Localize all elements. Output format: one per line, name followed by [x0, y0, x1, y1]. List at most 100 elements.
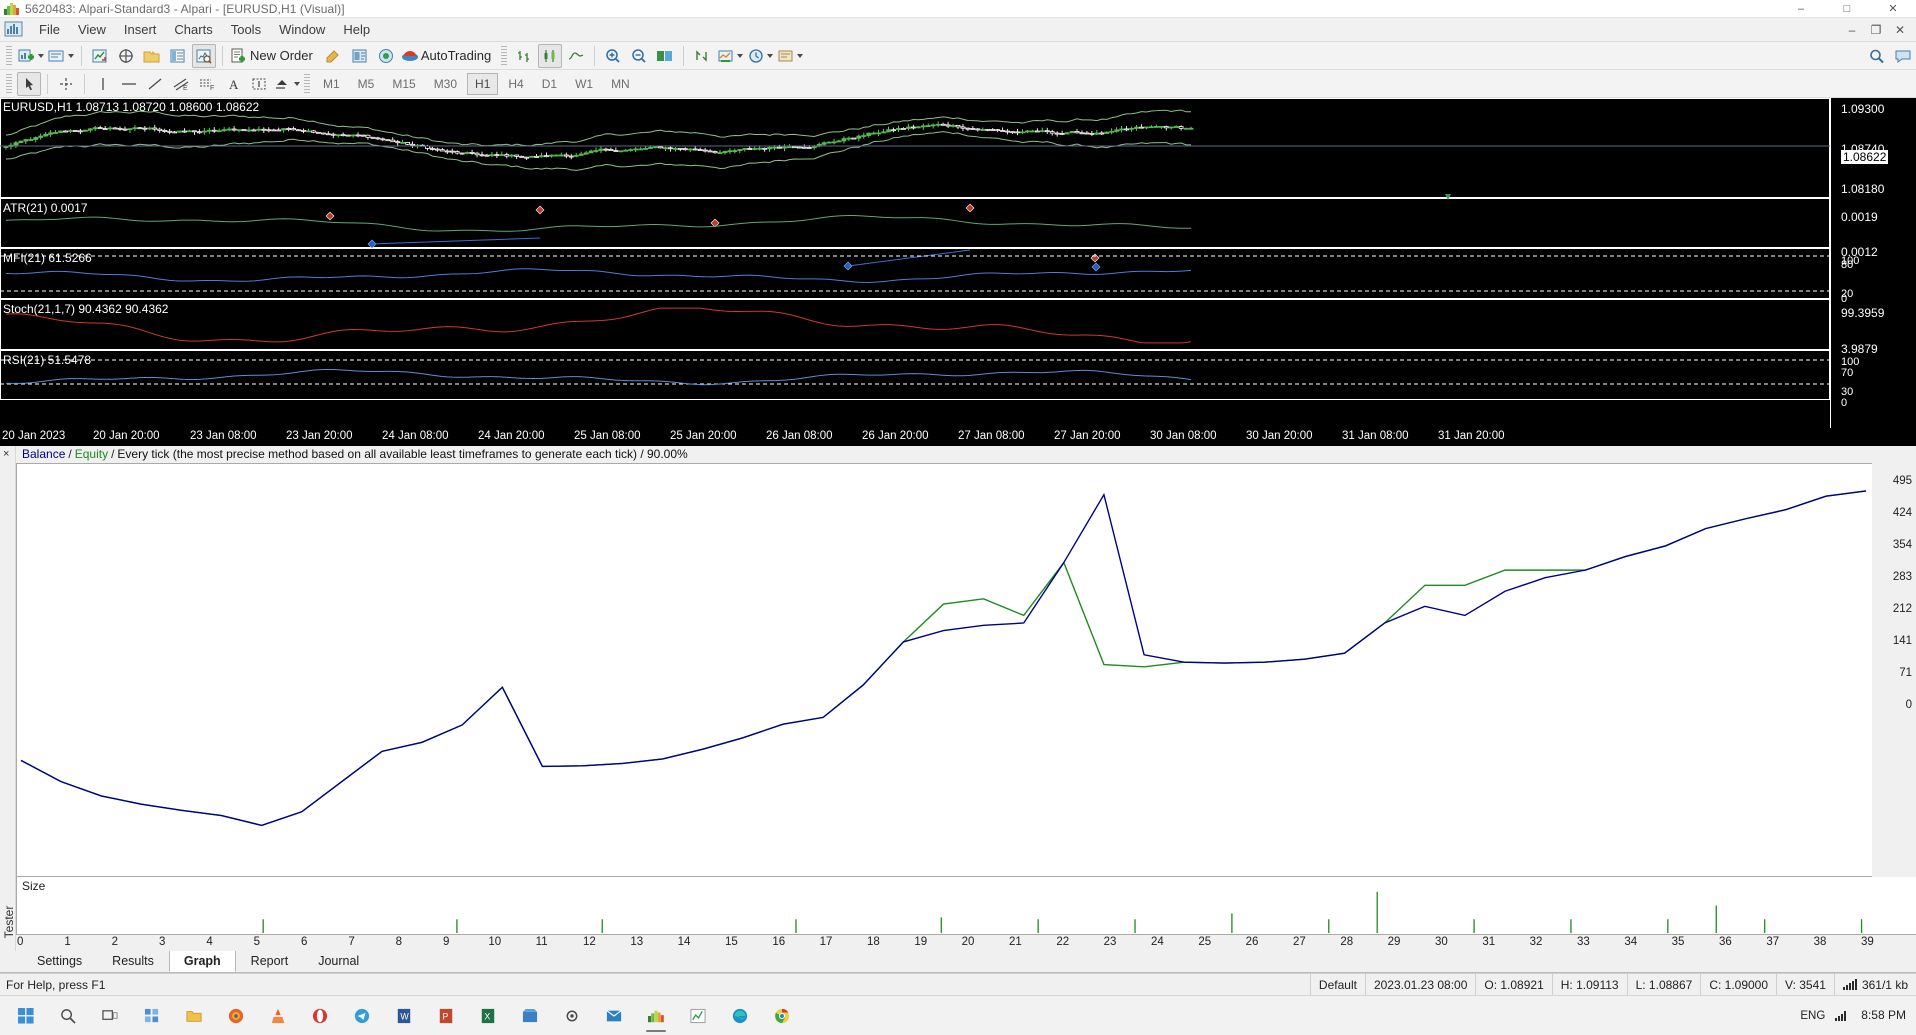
tray-lang[interactable]: ENG	[1800, 1010, 1825, 1022]
timeframe-m1[interactable]: M1	[315, 73, 348, 95]
strategy-tester-button[interactable]	[192, 43, 216, 68]
app-menu-icon[interactable]	[4, 20, 26, 40]
text-label-button[interactable]	[247, 72, 271, 96]
tray-wifi-icon[interactable]	[1835, 1010, 1847, 1021]
task-view-button[interactable]	[90, 998, 130, 1034]
fibonacci-button[interactable]: F	[195, 72, 219, 96]
maximize-button[interactable]: □	[1824, 0, 1870, 18]
menu-item-help[interactable]: Help	[334, 19, 379, 40]
chrome-button[interactable]	[762, 998, 802, 1034]
terminal-button[interactable]	[166, 44, 190, 68]
menu-item-insert[interactable]: Insert	[115, 19, 166, 40]
timeframe-mn[interactable]: MN	[603, 73, 638, 95]
indicators-button[interactable]	[716, 44, 744, 68]
settings-button[interactable]	[552, 998, 592, 1034]
tab-report[interactable]: Report	[236, 950, 304, 972]
inner-restore-button[interactable]: ❐	[1868, 23, 1884, 37]
minimize-button[interactable]: –	[1778, 0, 1824, 18]
price-axis[interactable]: 1.09300 1.08740 1.08622 1.08180 0.0019 0…	[1830, 98, 1916, 428]
timeframe-m15[interactable]: M15	[384, 73, 423, 95]
text-button[interactable]: A	[221, 72, 245, 96]
inner-minimize-button[interactable]: –	[1844, 23, 1860, 37]
menu-item-view[interactable]: View	[69, 19, 115, 40]
tab-settings[interactable]: Settings	[22, 950, 97, 972]
timeframe-h4[interactable]: H4	[500, 73, 531, 95]
menu-item-window[interactable]: Window	[270, 19, 334, 40]
help-chat-button[interactable]	[1891, 44, 1915, 68]
arrows-button[interactable]	[273, 72, 301, 96]
templates-button[interactable]	[776, 44, 804, 68]
line-chart-button[interactable]	[564, 44, 588, 68]
horizontal-line-button[interactable]	[117, 72, 141, 96]
bar-chart-button[interactable]	[512, 44, 536, 68]
widgets-button[interactable]	[132, 998, 172, 1034]
new-chart-button[interactable]	[17, 44, 45, 68]
timeframe-m30[interactable]: M30	[426, 73, 465, 95]
close-button[interactable]: ✕	[1870, 0, 1916, 18]
crosshair-button[interactable]	[54, 72, 78, 96]
toolbar-grip[interactable]	[6, 73, 12, 94]
equity-graph-area[interactable]: 495 424 354 283 212 141 71 0	[16, 462, 1916, 877]
status-connection[interactable]: 361/1 kb	[1833, 973, 1916, 996]
profiles-button[interactable]	[47, 44, 75, 68]
cursor-button[interactable]	[17, 71, 41, 96]
toolbar-grip[interactable]	[304, 73, 310, 94]
search-button[interactable]	[1865, 44, 1889, 68]
inner-close-button[interactable]: ✕	[1892, 23, 1908, 37]
auto-scroll-button[interactable]	[690, 44, 714, 68]
excel-button[interactable]: X	[468, 998, 508, 1034]
toolbar-grip[interactable]	[6, 45, 12, 66]
tester-vertical-tab[interactable]: Tester	[2, 905, 16, 939]
timeframe-w1[interactable]: W1	[567, 73, 601, 95]
timeframe-m5[interactable]: M5	[350, 73, 383, 95]
zoom-in-button[interactable]	[601, 44, 625, 68]
equidistant-channel-button[interactable]: E	[169, 72, 193, 96]
market-watch-button[interactable]	[88, 44, 112, 68]
x-tick-label: 11	[535, 936, 548, 948]
tab-journal[interactable]: Journal	[303, 950, 374, 972]
edge-button[interactable]	[720, 998, 760, 1034]
word-button[interactable]: W	[384, 998, 424, 1034]
candlestick-chart-button[interactable]	[538, 43, 563, 68]
metatrader-button[interactable]	[636, 998, 676, 1034]
tab-results[interactable]: Results	[97, 950, 169, 972]
tester-close-icon[interactable]: ×	[3, 448, 9, 460]
metaeditor-button[interactable]	[322, 44, 346, 68]
vlc-button[interactable]	[258, 998, 298, 1034]
start-button[interactable]	[6, 998, 46, 1034]
menu-item-tools[interactable]: Tools	[222, 19, 270, 40]
tray-clock[interactable]: 8:58 PM	[1861, 1009, 1906, 1022]
explorer-button[interactable]	[174, 998, 214, 1034]
zoom-out-button[interactable]	[627, 44, 651, 68]
navigator-button[interactable]	[114, 44, 138, 68]
trendline-button[interactable]	[143, 72, 167, 96]
timeframe-h1[interactable]: H1	[467, 72, 499, 95]
opera-button[interactable]	[300, 998, 340, 1034]
toolbar-grip[interactable]	[501, 45, 508, 66]
chart-app-button[interactable]	[678, 998, 718, 1034]
powerpoint-button[interactable]: P	[426, 998, 466, 1034]
menu-item-charts[interactable]: Charts	[165, 19, 221, 40]
mail-button[interactable]	[594, 998, 634, 1034]
menu-item-file[interactable]: File	[30, 19, 69, 40]
autotrading-indicator-button[interactable]	[374, 44, 398, 68]
equity-graph-canvas[interactable]	[16, 462, 1872, 877]
timeframe-d1[interactable]: D1	[534, 73, 565, 95]
new-order-button[interactable]: New Order	[229, 44, 320, 68]
chart-canvas[interactable]: EURUSD,H1 1.08713 1.08720 1.08600 1.0862…	[0, 98, 1830, 428]
search-taskbar-button[interactable]	[48, 998, 88, 1034]
periods-button[interactable]	[746, 44, 774, 68]
autotrading-button[interactable]: AutoTrading	[400, 44, 498, 68]
status-profile[interactable]: Default	[1309, 973, 1365, 996]
time-label: 26 Jan 20:00	[862, 430, 929, 442]
size-histogram-pane[interactable]: Size	[16, 877, 1916, 935]
expert-advisors-button[interactable]	[348, 44, 372, 68]
data-folder-button[interactable]	[140, 44, 164, 68]
firefox-button[interactable]	[216, 998, 256, 1034]
chart-shift-button[interactable]	[653, 44, 677, 68]
tab-graph[interactable]: Graph	[168, 950, 236, 972]
telegram-button[interactable]	[342, 998, 382, 1034]
store-button[interactable]	[510, 998, 550, 1034]
chart-window[interactable]: EURUSD,H1 1.08713 1.08720 1.08600 1.0862…	[0, 98, 1916, 428]
vertical-line-button[interactable]	[91, 72, 115, 96]
